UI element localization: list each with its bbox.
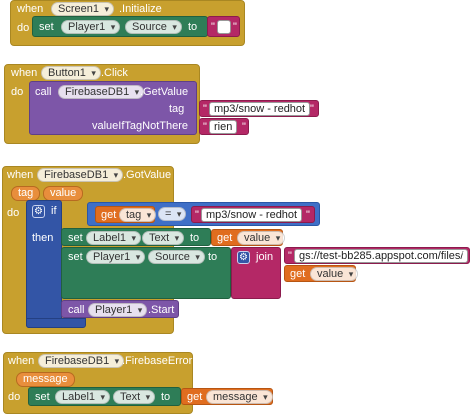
gear-icon[interactable]: ⚙ <box>32 205 45 218</box>
component-dropdown-screen1[interactable]: Screen1 <box>51 2 114 16</box>
default-text-block[interactable]: " rien " <box>199 118 249 135</box>
set-keyword: set <box>68 232 83 244</box>
event-name: .Initialize <box>119 3 162 15</box>
get-tag-block[interactable]: get tag <box>95 206 157 223</box>
set-player1-source-block[interactable]: set Player1 Source to <box>32 16 208 37</box>
param-message[interactable]: message <box>16 372 75 387</box>
open-quote: " <box>211 21 215 33</box>
when-keyword: when <box>17 3 44 15</box>
component-dropdown-firebasedb1[interactable]: FirebaseDB1 <box>38 354 125 368</box>
if-then-block[interactable]: ⚙ if then <box>26 200 62 328</box>
then-keyword: then <box>32 232 54 244</box>
var-dropdown-value[interactable]: value <box>310 267 359 281</box>
when-keyword: when <box>8 355 35 367</box>
get-value-block-2[interactable]: get value <box>284 265 359 282</box>
text-value-field[interactable] <box>217 20 231 34</box>
open-quote: " <box>203 121 207 133</box>
param-tag[interactable]: tag <box>11 186 41 201</box>
get-keyword: get <box>290 268 306 280</box>
property-dropdown-source[interactable]: Source <box>148 250 205 264</box>
var-dropdown-message[interactable]: message <box>206 390 273 404</box>
set-keyword: set <box>39 21 54 33</box>
do-keyword: do <box>11 86 24 98</box>
call-keyword: call <box>68 304 85 316</box>
component-dropdown-button1[interactable]: Button1 <box>41 66 101 80</box>
default-text-field[interactable]: rien <box>209 120 238 134</box>
empty-text-block[interactable]: " " <box>207 16 240 37</box>
join-keyword: join <box>256 251 274 263</box>
component-dropdown-firebasedb1[interactable]: FirebaseDB1 <box>37 168 124 182</box>
compare-text-field[interactable]: mp3/snow - redhot <box>201 208 303 222</box>
target-dropdown-label1[interactable]: Label1 <box>86 231 142 245</box>
open-quote: " <box>195 209 199 221</box>
do-keyword: do <box>8 391 21 403</box>
join-text-block[interactable]: " gs://test-bb285.appspot.com/files/ " <box>284 247 470 264</box>
close-quote: " <box>242 121 246 133</box>
when-keyword: when <box>11 67 38 79</box>
target-dropdown-player1[interactable]: Player1 <box>86 250 146 264</box>
param-value[interactable]: value <box>43 186 84 201</box>
callee-dropdown-firebasedb1[interactable]: FirebaseDB1 <box>58 85 145 99</box>
open-quote: " <box>288 250 292 262</box>
close-quote: " <box>462 250 466 262</box>
close-quote: " <box>306 209 310 221</box>
compare-text-block[interactable]: " mp3/snow - redhot " <box>191 206 315 223</box>
method-name: .Start <box>148 304 175 316</box>
join-block[interactable]: ⚙ join <box>231 247 281 299</box>
when-keyword: when <box>7 169 34 181</box>
target-dropdown-player1[interactable]: Player1 <box>61 20 121 34</box>
join-text-field[interactable]: gs://test-bb285.appspot.com/files/ <box>294 249 469 263</box>
set-keyword: set <box>68 251 83 263</box>
if-block-footer <box>26 318 86 328</box>
do-keyword: do <box>7 207 20 219</box>
set-player1-source-block[interactable]: set Player1 Source to <box>61 247 231 299</box>
tag-text-field[interactable]: mp3/snow - redhot <box>209 102 311 116</box>
target-dropdown-label1[interactable]: Label1 <box>55 390 111 404</box>
to-keyword: to <box>190 232 200 244</box>
get-keyword: get <box>101 209 117 221</box>
do-keyword: do <box>17 22 30 34</box>
event-name: .FirebaseError <box>122 355 193 367</box>
method-name: .GetValue <box>140 86 189 98</box>
property-dropdown-text[interactable]: Text <box>142 231 185 245</box>
get-keyword: get <box>187 391 203 403</box>
set-label1-text-block[interactable]: set Label1 Text to <box>28 387 181 406</box>
to-keyword: to <box>161 391 171 403</box>
get-message-block[interactable]: get message <box>181 388 273 405</box>
open-quote: " <box>203 103 207 115</box>
set-label1-text-block[interactable]: set Label1 Text to <box>61 228 211 246</box>
close-quote: " <box>233 21 237 33</box>
call-player1-start-block[interactable]: call Player1 .Start <box>61 300 179 318</box>
var-dropdown-value[interactable]: value <box>237 231 286 245</box>
close-quote: " <box>310 103 314 115</box>
call-keyword: call <box>35 86 52 98</box>
default-socket-label: valueIfTagNotThere <box>92 120 188 132</box>
get-keyword: get <box>217 232 233 244</box>
tag-socket-label: tag <box>169 103 185 115</box>
gear-icon[interactable]: ⚙ <box>237 251 250 264</box>
set-keyword: set <box>35 391 50 403</box>
get-value-block-1[interactable]: get value <box>211 229 286 246</box>
property-dropdown-text[interactable]: Text <box>113 390 156 404</box>
property-dropdown-source[interactable]: Source <box>125 20 182 34</box>
call-firebasedb1-getvalue-block[interactable]: call FirebaseDB1 .GetValue tag valueIfTa… <box>29 81 197 135</box>
event-name: .GotValue <box>123 169 172 181</box>
event-name: .Click <box>101 67 128 79</box>
tag-text-block[interactable]: " mp3/snow - redhot " <box>199 100 319 117</box>
var-dropdown-tag[interactable]: tag <box>119 208 157 222</box>
to-keyword: to <box>188 21 198 33</box>
to-keyword: to <box>208 251 218 263</box>
if-keyword: if <box>51 205 57 217</box>
callee-dropdown-player1[interactable]: Player1 <box>88 303 148 317</box>
equals-dropdown[interactable]: = <box>158 207 187 221</box>
